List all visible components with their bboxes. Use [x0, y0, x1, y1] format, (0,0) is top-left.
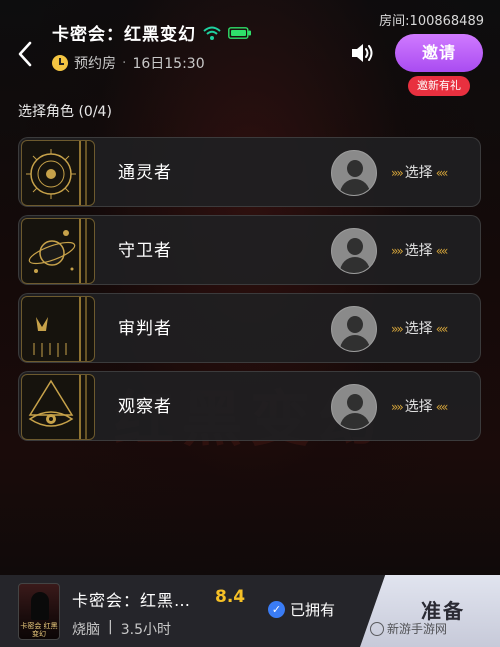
chevron-double-left-icon: «« — [435, 322, 449, 336]
watermark-text: 新游手游网 — [387, 622, 448, 636]
role-name: 审判者 — [118, 319, 172, 339]
select-button[interactable]: »» 选择 «« — [391, 372, 449, 442]
game-name[interactable]: 卡密会：红黑… — [72, 587, 191, 611]
avatar-placeholder-icon — [331, 228, 377, 274]
top-bar: 卡密会：红黑变幻 预约房 · 16日15:30 房间:100868489 邀请 … — [0, 0, 500, 96]
role-card-medium[interactable]: 通灵者 »» 选择 «« — [18, 137, 481, 207]
check-icon: ✓ — [268, 601, 285, 618]
game-meta: 烧脑 | 3.5小时 — [72, 619, 171, 639]
role-card-observer[interactable]: 观察者 »» 选择 «« — [18, 371, 481, 441]
schedule-time: 16日15:30 — [132, 56, 205, 72]
avatar-placeholder-icon — [331, 384, 377, 430]
role-list: 通灵者 »» 选择 «« 守卫者 »» 选择 «« 审判者 »» 选择 «« 观… — [18, 137, 481, 449]
cover-title: 卡密会 红黑变幻 — [20, 622, 58, 638]
select-label: 选择 — [404, 243, 433, 259]
select-label: 选择 — [404, 399, 433, 415]
owned-status: ✓ 已拥有 — [268, 599, 335, 620]
game-genre: 烧脑 — [72, 622, 100, 638]
role-name: 通灵者 — [118, 163, 172, 183]
schedule-row: 预约房 · 16日15:30 — [52, 53, 205, 73]
chevron-double-left-icon: «« — [435, 244, 449, 258]
avatar-placeholder-icon — [331, 150, 377, 196]
guardian-card-art — [21, 218, 95, 284]
chevron-double-right-icon: »» — [391, 400, 404, 414]
schedule-prefix: 预约房 — [74, 56, 116, 72]
game-rating: 8.4 — [215, 587, 246, 607]
watermark-icon — [370, 621, 384, 636]
observer-card-art — [21, 374, 95, 440]
owned-label: 已拥有 — [290, 601, 336, 619]
separator-dot: · — [122, 55, 127, 71]
meta-divider: | — [108, 619, 113, 635]
invite-badge[interactable]: 邀新有礼 — [408, 76, 470, 96]
role-name: 守卫者 — [118, 241, 172, 261]
role-section-label: 选择角色 (0/4) — [18, 104, 112, 120]
chevron-double-left-icon: «« — [435, 400, 449, 414]
speaker-icon[interactable] — [350, 42, 376, 64]
title-row: 卡密会：红黑变幻 — [52, 20, 252, 45]
chevron-double-left-icon: «« — [435, 166, 449, 180]
role-card-judge[interactable]: 审判者 »» 选择 «« — [18, 293, 481, 363]
select-button[interactable]: »» 选择 «« — [391, 294, 449, 364]
avatar-placeholder-icon — [331, 306, 377, 352]
chevron-double-right-icon: »» — [391, 322, 404, 336]
room-id: 房间:100868489 — [379, 14, 484, 29]
invite-button[interactable]: 邀请 — [395, 34, 483, 72]
watermark: 新游手游网 — [370, 620, 447, 637]
game-cover[interactable]: 卡密会 红黑变幻 — [18, 583, 60, 640]
role-card-guardian[interactable]: 守卫者 »» 选择 «« — [18, 215, 481, 285]
wifi-icon — [203, 26, 221, 40]
role-name: 观察者 — [118, 397, 172, 417]
select-label: 选择 — [404, 321, 433, 337]
select-button[interactable]: »» 选择 «« — [391, 138, 449, 208]
room-title: 卡密会：红黑变幻 — [52, 25, 196, 45]
chevron-double-right-icon: »» — [391, 166, 404, 180]
game-duration: 3.5小时 — [120, 622, 171, 638]
select-label: 选择 — [404, 165, 433, 181]
judge-card-art — [21, 296, 95, 362]
back-arrow-icon[interactable] — [12, 38, 40, 70]
select-button[interactable]: »» 选择 «« — [391, 216, 449, 286]
clock-icon — [52, 55, 68, 71]
battery-icon — [228, 26, 251, 39]
chevron-double-right-icon: »» — [391, 244, 404, 258]
medium-card-art — [21, 140, 95, 206]
